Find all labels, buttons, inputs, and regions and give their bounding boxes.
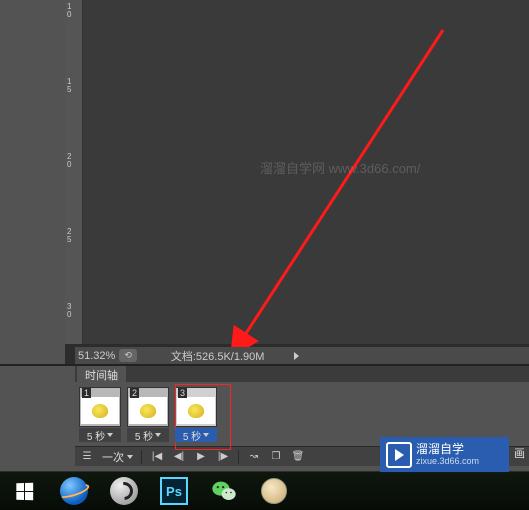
delay-label: 5 秒 — [87, 428, 105, 443]
frame-thumbnail — [177, 397, 215, 424]
ruler-tick: 1 0 — [67, 3, 71, 19]
panel-left-strip — [0, 0, 65, 365]
status-bar: 51.32% ⟲ 文档:526.5K/1.90M — [75, 347, 529, 364]
timeline-frame[interactable]: 2 — [127, 387, 169, 427]
first-frame-icon[interactable]: |◀ — [150, 450, 164, 464]
photoshop-icon: Ps — [160, 477, 188, 505]
taskbar-wechat[interactable] — [204, 474, 244, 508]
lemon-icon — [92, 404, 108, 418]
tab-timeline[interactable]: 时间轴 — [77, 366, 126, 382]
tutorial-banner[interactable]: 溜溜自学 zixue.3d66.com — [380, 437, 509, 473]
frames-row: 1 2 3 — [75, 382, 529, 428]
view-rotate-icon[interactable]: ⟲ — [119, 349, 137, 362]
timeline-frame[interactable]: 3 — [175, 387, 217, 427]
banner-subtitle: zixue.3d66.com — [416, 455, 479, 467]
loop-label: 一次 — [102, 449, 124, 465]
play-icon[interactable]: ▶ — [194, 450, 208, 464]
ruler-tick: 1 5 — [67, 78, 71, 94]
timeline-frame[interactable]: 1 — [79, 387, 121, 427]
caret-down-icon — [127, 455, 133, 459]
taskbar: Ps — [0, 472, 529, 510]
separator — [238, 450, 239, 464]
delay-label: 5 秒 — [135, 428, 153, 443]
play-badge-icon — [386, 442, 412, 468]
frame-delay[interactable]: 5 秒 — [175, 428, 217, 442]
frame-number: 1 — [82, 388, 91, 398]
status-expand-icon[interactable] — [294, 352, 299, 360]
separator — [141, 450, 142, 464]
prev-frame-icon[interactable]: ◀| — [172, 450, 186, 464]
taskbar-browser[interactable] — [54, 474, 94, 508]
taskbar-app-2[interactable] — [254, 474, 294, 508]
disc-icon — [261, 478, 287, 504]
frame-thumbnail — [129, 397, 167, 424]
zoom-value[interactable]: 51.32% — [78, 350, 115, 362]
frame-delay[interactable]: 5 秒 — [127, 428, 169, 442]
loop-select[interactable]: 一次 — [102, 449, 133, 465]
caret-down-icon — [107, 433, 113, 437]
lemon-icon — [140, 404, 156, 418]
windows-icon — [16, 482, 33, 500]
canvas[interactable] — [65, 0, 529, 344]
delete-frame-icon[interactable]: 🗑 — [291, 450, 305, 464]
document-size: 文档:526.5K/1.90M — [171, 348, 265, 364]
browser-icon — [60, 477, 88, 505]
start-button[interactable] — [4, 474, 44, 508]
menu-icon[interactable]: ☰ — [80, 450, 94, 464]
frame-delay[interactable]: 5 秒 — [79, 428, 121, 442]
taskbar-photoshop[interactable]: Ps — [154, 474, 194, 508]
quality-label: 画 — [514, 445, 525, 461]
banner-title: 溜溜自学 — [416, 443, 479, 455]
panel-left-fill — [0, 366, 75, 471]
duplicate-frame-icon[interactable]: ❐ — [269, 450, 283, 464]
taskbar-app[interactable] — [104, 474, 144, 508]
frame-number: 3 — [178, 388, 187, 398]
ruler-tick: 3 0 — [67, 303, 71, 319]
caret-down-icon — [155, 433, 161, 437]
next-frame-icon[interactable]: |▶ — [216, 450, 230, 464]
swirl-icon — [110, 477, 138, 505]
wechat-icon — [210, 477, 238, 505]
frame-thumbnail — [81, 397, 119, 424]
ruler-vertical: 1 0 1 5 2 0 2 5 3 0 — [65, 0, 83, 344]
ruler-tick: 2 5 — [67, 228, 71, 244]
ruler-tick: 2 0 — [67, 153, 71, 169]
caret-down-icon — [203, 433, 209, 437]
frame-number: 2 — [130, 388, 139, 398]
delay-label: 5 秒 — [183, 428, 201, 443]
tab-row: 时间轴 — [75, 366, 529, 382]
tween-icon[interactable]: ↝ — [247, 450, 261, 464]
lemon-icon — [188, 404, 204, 418]
